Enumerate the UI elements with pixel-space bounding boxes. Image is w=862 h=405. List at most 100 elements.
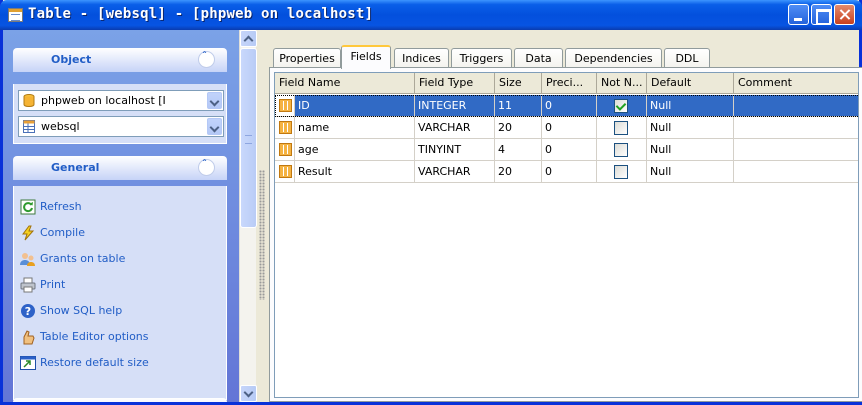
- object-panel: phpweb on localhost [I websql: [13, 84, 227, 144]
- table-select-value: websql: [41, 120, 80, 133]
- window-title: Table - [websql] - [phpweb on localhost]: [28, 6, 374, 22]
- show-sql-help-link-label: Show SQL help: [40, 304, 123, 317]
- default-cell[interactable]: Null: [647, 139, 734, 161]
- not-null-cell[interactable]: [597, 95, 647, 117]
- not-null-cell[interactable]: [597, 161, 647, 183]
- field-name-cell[interactable]: ID: [295, 95, 415, 117]
- precision-cell[interactable]: 0: [542, 161, 597, 183]
- size-cell[interactable]: 11: [495, 95, 542, 117]
- splitter-grip[interactable]: [259, 170, 265, 300]
- not-null-checkbox[interactable]: [614, 121, 628, 135]
- editor-tabs: Properties Fields Indices Triggers Data …: [269, 44, 861, 69]
- printer-icon: [20, 277, 36, 293]
- object-panel-header[interactable]: Object ˆ: [13, 48, 227, 72]
- minimize-button[interactable]: [788, 4, 809, 25]
- grants-link-label: Grants on table: [40, 252, 126, 265]
- default-cell[interactable]: Null: [647, 161, 734, 183]
- table-row[interactable]: Result VARCHAR 20 0 Null: [275, 161, 858, 183]
- row-indicator[interactable]: [275, 161, 295, 183]
- restore-size-icon: [20, 356, 36, 370]
- close-button[interactable]: [834, 4, 855, 25]
- chevron-down-icon[interactable]: [207, 92, 222, 109]
- tab-properties[interactable]: Properties: [273, 48, 341, 68]
- restore-default-size-link-label: Restore default size: [40, 356, 149, 369]
- not-null-checkbox[interactable]: [614, 99, 628, 113]
- tab-ddl[interactable]: DDL: [664, 48, 710, 68]
- column-header-size[interactable]: Size: [495, 73, 542, 94]
- scroll-up-button[interactable]: [240, 30, 257, 47]
- table-editor-options-link-label: Table Editor options: [40, 330, 149, 343]
- column-header-not-null[interactable]: Not N...: [597, 73, 647, 94]
- title-bar[interactable]: Table - [websql] - [phpweb on localhost]: [0, 0, 862, 30]
- table-row[interactable]: age TINYINT 4 0 Null: [275, 139, 858, 161]
- size-cell[interactable]: 4: [495, 139, 542, 161]
- general-panel-header[interactable]: General ˆ: [13, 156, 227, 180]
- collapsed-panel-header[interactable]: [13, 398, 227, 402]
- comment-cell[interactable]: [734, 161, 858, 183]
- comment-cell[interactable]: [734, 117, 858, 139]
- field-type-cell[interactable]: VARCHAR: [415, 117, 495, 139]
- object-panel-collapse-button[interactable]: ˆ: [198, 51, 215, 68]
- field-type-cell[interactable]: TINYINT: [415, 139, 495, 161]
- help-icon: ?: [21, 304, 35, 318]
- fields-grid[interactable]: Field Name Field Type Size Preci... Not …: [274, 72, 859, 398]
- field-icon: [279, 121, 292, 134]
- tab-data[interactable]: Data: [514, 48, 563, 68]
- navigation-scrollbar[interactable]: [239, 30, 257, 402]
- scroll-down-button[interactable]: [240, 385, 257, 402]
- connection-select-value: phpweb on localhost [I: [41, 94, 166, 107]
- column-header-precision[interactable]: Preci...: [542, 73, 597, 94]
- chevron-down-icon[interactable]: [207, 118, 222, 135]
- precision-cell[interactable]: 0: [542, 117, 597, 139]
- general-panel-collapse-button[interactable]: ˆ: [198, 159, 215, 176]
- field-icon: [279, 143, 292, 156]
- field-name-cell[interactable]: name: [295, 117, 415, 139]
- fields-tab-panel: Field Name Field Type Size Preci... Not …: [269, 67, 862, 402]
- not-null-checkbox[interactable]: [614, 165, 628, 179]
- field-icon: [279, 99, 292, 112]
- not-null-checkbox[interactable]: [614, 143, 628, 157]
- field-name-cell[interactable]: age: [295, 139, 415, 161]
- scroll-thumb[interactable]: [240, 48, 257, 228]
- field-type-cell[interactable]: VARCHAR: [415, 161, 495, 183]
- column-header-default[interactable]: Default: [647, 73, 734, 94]
- default-cell[interactable]: Null: [647, 95, 734, 117]
- column-header-field-type[interactable]: Field Type: [415, 73, 495, 94]
- size-cell[interactable]: 20: [495, 117, 542, 139]
- grants-icon: [20, 253, 35, 266]
- row-indicator[interactable]: [275, 95, 295, 117]
- compile-link-label: Compile: [40, 226, 85, 239]
- compile-icon: [22, 225, 35, 241]
- default-cell[interactable]: Null: [647, 117, 734, 139]
- column-header-comment[interactable]: Comment: [734, 73, 858, 94]
- row-indicator[interactable]: [275, 139, 295, 161]
- row-indicator[interactable]: [275, 117, 295, 139]
- table-select[interactable]: websql: [18, 116, 224, 137]
- connection-select[interactable]: phpweb on localhost [I: [18, 90, 224, 111]
- print-link-label: Print: [40, 278, 66, 291]
- tab-fields[interactable]: Fields: [341, 45, 391, 69]
- tab-triggers[interactable]: Triggers: [451, 48, 512, 68]
- tab-indices[interactable]: Indices: [394, 48, 449, 68]
- not-null-cell[interactable]: [597, 139, 647, 161]
- general-panel: Refresh Compile Grants on table Print ? …: [13, 186, 227, 400]
- table-row[interactable]: name VARCHAR 20 0 Null: [275, 117, 858, 139]
- database-icon: [23, 94, 35, 107]
- panel-splitter[interactable]: [257, 30, 267, 402]
- table-row[interactable]: ID INTEGER 11 0 Null: [275, 95, 858, 117]
- field-type-cell[interactable]: INTEGER: [415, 95, 495, 117]
- field-icon: [279, 165, 292, 178]
- precision-cell[interactable]: 0: [542, 139, 597, 161]
- not-null-cell[interactable]: [597, 117, 647, 139]
- maximize-button[interactable]: [811, 4, 832, 25]
- column-header-field-name[interactable]: Field Name: [275, 73, 415, 94]
- comment-cell[interactable]: [734, 95, 858, 117]
- svg-text:?: ?: [25, 305, 31, 318]
- tab-dependencies[interactable]: Dependencies: [565, 48, 662, 68]
- table-icon: [8, 8, 23, 22]
- table-icon: [23, 120, 35, 133]
- comment-cell[interactable]: [734, 139, 858, 161]
- field-name-cell[interactable]: Result: [295, 161, 415, 183]
- size-cell[interactable]: 20: [495, 161, 542, 183]
- precision-cell[interactable]: 0: [542, 95, 597, 117]
